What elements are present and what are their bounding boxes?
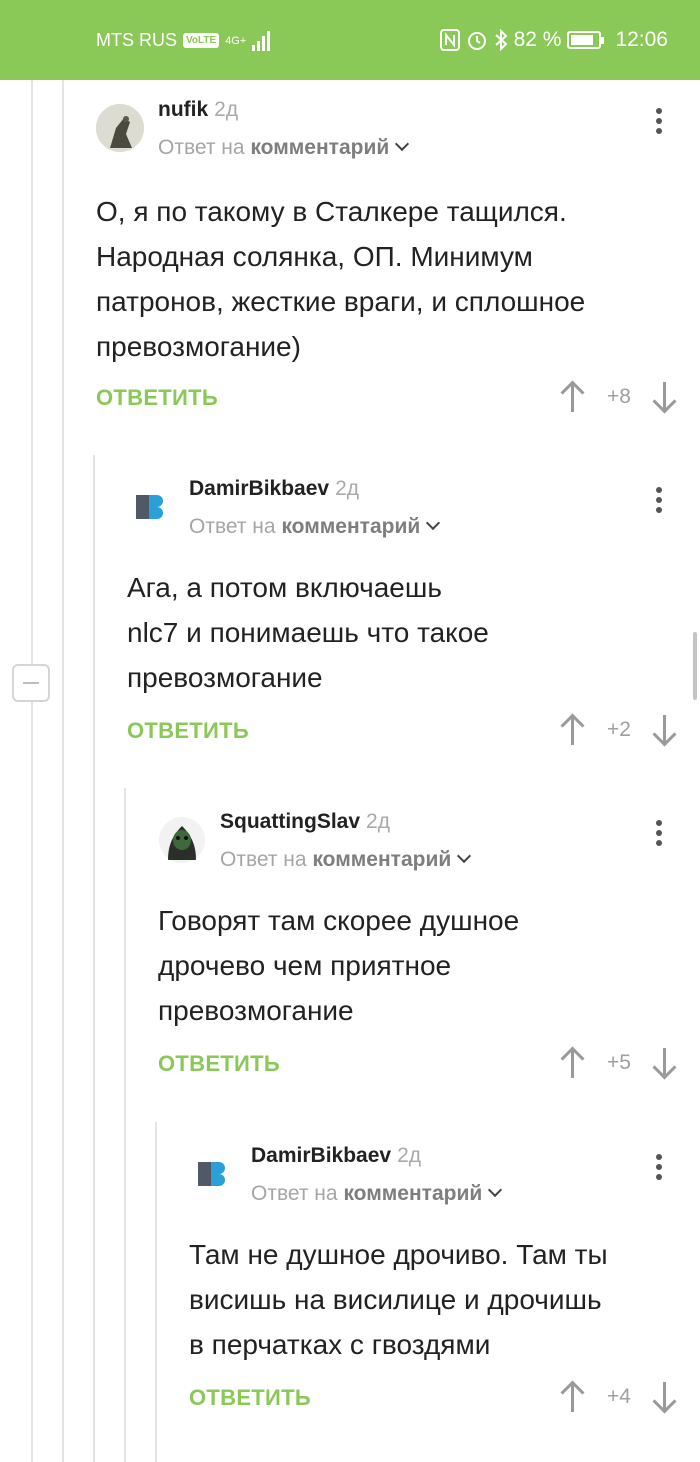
comment-age: 2д: [214, 98, 239, 121]
comment: SquattingSlav 2д Ответ на комментарий Гов…: [158, 810, 676, 1096]
reply-to-target[interactable]: комментарий: [250, 136, 389, 159]
reply-button[interactable]: ОТВЕТИТЬ: [158, 1051, 280, 1077]
upvote-icon[interactable]: [558, 1046, 588, 1080]
reply-button[interactable]: ОТВЕТИТЬ: [127, 718, 249, 744]
scrollbar[interactable]: [693, 632, 697, 700]
avatar[interactable]: [158, 816, 206, 864]
thread-line: [31, 80, 33, 1462]
status-bar: MTS RUS VoLTE 4G+ 82 % 12:06: [0, 0, 700, 80]
battery-icon: [567, 31, 605, 49]
network-type: 4G+: [225, 34, 247, 47]
author-name[interactable]: SquattingSlav: [220, 810, 360, 833]
comment-line: патронов, жесткие враги, и сплошное: [96, 286, 586, 317]
chevron-down-icon[interactable]: [426, 515, 441, 531]
comment-line: висишь на висилице и дрочишь: [189, 1284, 602, 1315]
comment-line: в перчатках с гвоздями: [189, 1329, 491, 1360]
reply-to-prefix: Ответ на: [220, 848, 307, 871]
clock: 12:06: [615, 28, 668, 51]
comment-line: Там не душное дрочиво. Там ты: [189, 1239, 608, 1270]
thread-line: [155, 1122, 157, 1462]
downvote-icon[interactable]: [650, 713, 680, 747]
comment-age: 2д: [366, 810, 390, 833]
comment-line: превозмогание: [158, 995, 354, 1026]
reply-to-target[interactable]: комментарий: [281, 515, 420, 538]
comment-author[interactable]: DamirBikbaev 2д: [251, 1144, 421, 1168]
comment-line: nlc7 и понимаешь что такое: [127, 617, 489, 648]
comment-line: Ага, а потом включаешь: [127, 572, 442, 603]
upvote-icon[interactable]: [558, 380, 588, 414]
comment-score: +2: [607, 718, 631, 741]
comment: DamirBikbaev 2д Ответ на комментарий Ага,…: [127, 477, 676, 763]
reply-to-link[interactable]: Ответ на комментарий: [189, 515, 441, 539]
more-options-icon[interactable]: [649, 1154, 669, 1188]
comment-text: О, я по такому в Сталкере тащился. Народ…: [96, 189, 676, 369]
nfc-icon: [439, 29, 460, 51]
reply-to-prefix: Ответ на: [158, 136, 245, 159]
avatar[interactable]: [189, 1150, 237, 1198]
reply-to-link[interactable]: Ответ на комментарий: [220, 848, 472, 872]
comment-age: 2д: [397, 1144, 422, 1167]
comment-line: превозмогание): [96, 331, 301, 362]
reply-to-prefix: Ответ на: [189, 515, 276, 538]
status-right: 82 % 12:06: [439, 28, 668, 52]
comment: DamirBikbaev 2д Ответ на комментарий Там …: [189, 1144, 676, 1430]
chevron-down-icon[interactable]: [488, 1182, 503, 1198]
vote-controls: +2: [558, 713, 680, 747]
comment-author[interactable]: SquattingSlav 2д: [220, 810, 390, 834]
thread-line: [124, 788, 126, 1462]
volte-icon: VoLTE: [183, 33, 220, 48]
comment-text: Говорят там скорее душное дрочево чем пр…: [158, 898, 676, 1033]
collapse-thread-button[interactable]: [12, 664, 50, 702]
avatar[interactable]: [96, 104, 144, 152]
reply-button[interactable]: ОТВЕТИТЬ: [96, 385, 218, 411]
upvote-icon[interactable]: [558, 713, 588, 747]
avatar[interactable]: [127, 483, 175, 531]
reply-to-link[interactable]: Ответ на комментарий: [158, 136, 410, 160]
upvote-icon[interactable]: [558, 1380, 588, 1414]
comment-age: 2д: [335, 477, 360, 500]
thread-line: [62, 80, 64, 1462]
downvote-icon[interactable]: [650, 1046, 680, 1080]
comment-author[interactable]: nufik 2д: [158, 98, 238, 122]
more-options-icon[interactable]: [649, 820, 669, 854]
comment-line: Говорят там скорее душное: [158, 905, 520, 936]
comment: nufik 2д Ответ на комментарий О, я по так…: [96, 98, 676, 424]
battery-percent: 82 %: [513, 28, 562, 51]
reply-to-link[interactable]: Ответ на комментарий: [251, 1182, 503, 1206]
vote-controls: +4: [558, 1380, 680, 1414]
comment-text: Ага, а потом включаешь nlc7 и понимаешь …: [127, 565, 676, 700]
more-options-icon[interactable]: [649, 108, 669, 142]
thread-line: [93, 455, 95, 1462]
reply-to-target[interactable]: комментарий: [312, 848, 451, 871]
author-name[interactable]: DamirBikbaev: [251, 1144, 391, 1167]
author-name[interactable]: DamirBikbaev: [189, 477, 329, 500]
alarm-icon: [467, 32, 486, 50]
comment-text: Там не душное дрочиво. Там ты висишь на …: [189, 1232, 676, 1367]
reply-button[interactable]: ОТВЕТИТЬ: [189, 1385, 311, 1411]
comment-line: превозмогание: [127, 662, 323, 693]
bluetooth-icon: [494, 29, 508, 51]
signal-icon: [252, 30, 271, 51]
comment-line: О, я по такому в Сталкере тащился.: [96, 196, 567, 227]
chevron-down-icon[interactable]: [457, 848, 472, 864]
downvote-icon[interactable]: [650, 380, 680, 414]
vote-controls: +8: [558, 380, 680, 414]
comment-score: +4: [607, 1385, 631, 1408]
chevron-down-icon[interactable]: [395, 136, 410, 152]
reply-to-target[interactable]: комментарий: [343, 1182, 482, 1205]
comment-author[interactable]: DamirBikbaev 2д: [189, 477, 359, 501]
comment-score: +8: [607, 385, 631, 408]
more-options-icon[interactable]: [649, 487, 669, 521]
downvote-icon[interactable]: [650, 1380, 680, 1414]
comment-line: Народная солянка, ОП. Минимум: [96, 241, 533, 272]
comment-score: +5: [607, 1051, 631, 1074]
vote-controls: +5: [558, 1046, 680, 1080]
comment-line: дрочево чем приятное: [158, 950, 452, 981]
reply-to-prefix: Ответ на: [251, 1182, 338, 1205]
carrier-name: MTS RUS: [96, 30, 177, 50]
status-left: MTS RUS VoLTE 4G+: [96, 30, 271, 51]
author-name[interactable]: nufik: [158, 98, 208, 121]
